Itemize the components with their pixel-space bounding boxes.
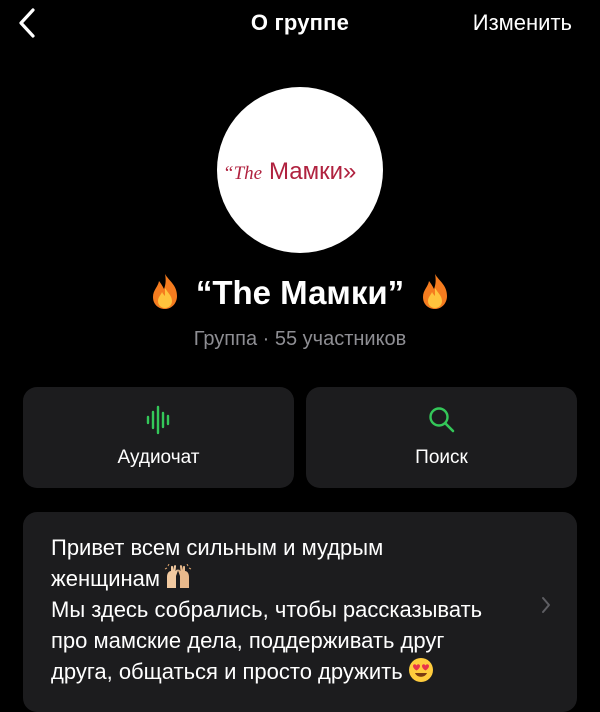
group-name: “The Мамки”	[195, 274, 405, 311]
group-avatar[interactable]: “The Мамки»	[217, 87, 383, 253]
search-button[interactable]: Поиск	[306, 387, 577, 488]
description-line: Привет всем сильным и мудрым	[51, 535, 384, 560]
description-line: Мы здесь собрались, чтобы рассказывать	[51, 597, 483, 622]
audio-waveform-icon	[146, 405, 169, 435]
heart-eyes-emoji-icon	[408, 658, 433, 682]
description-line: друга, общаться и просто дружить	[51, 659, 403, 684]
group-logo: “The Мамки»	[223, 158, 356, 185]
raising-hands-emoji-icon	[164, 564, 192, 588]
group-description: Привет всем сильным и мудрым женщинам Мы…	[51, 532, 531, 687]
logo-prefix-text: “The	[223, 163, 262, 184]
chevron-right-icon	[542, 597, 550, 613]
description-line: женщинам	[51, 566, 161, 591]
group-name-row: “The Мамки”	[0, 272, 600, 312]
search-label: Поиск	[415, 447, 468, 468]
group-member-count: Группа · 55 участников	[193, 328, 407, 350]
audio-chat-button[interactable]: Аудиочат	[23, 387, 294, 488]
fire-emoji-icon	[423, 274, 448, 309]
logo-main-text: Мамки»	[269, 158, 356, 185]
fire-emoji-icon	[152, 274, 177, 309]
navigation-bar: О группе Изменить	[0, 0, 600, 48]
description-line: про мамские дела, поддерживать друг	[51, 628, 445, 653]
audio-chat-label: Аудиочат	[117, 447, 200, 468]
group-description-card[interactable]: Привет всем сильным и мудрым женщинам Мы…	[23, 512, 577, 712]
search-icon	[428, 407, 454, 433]
edit-button[interactable]: Изменить	[473, 10, 572, 36]
